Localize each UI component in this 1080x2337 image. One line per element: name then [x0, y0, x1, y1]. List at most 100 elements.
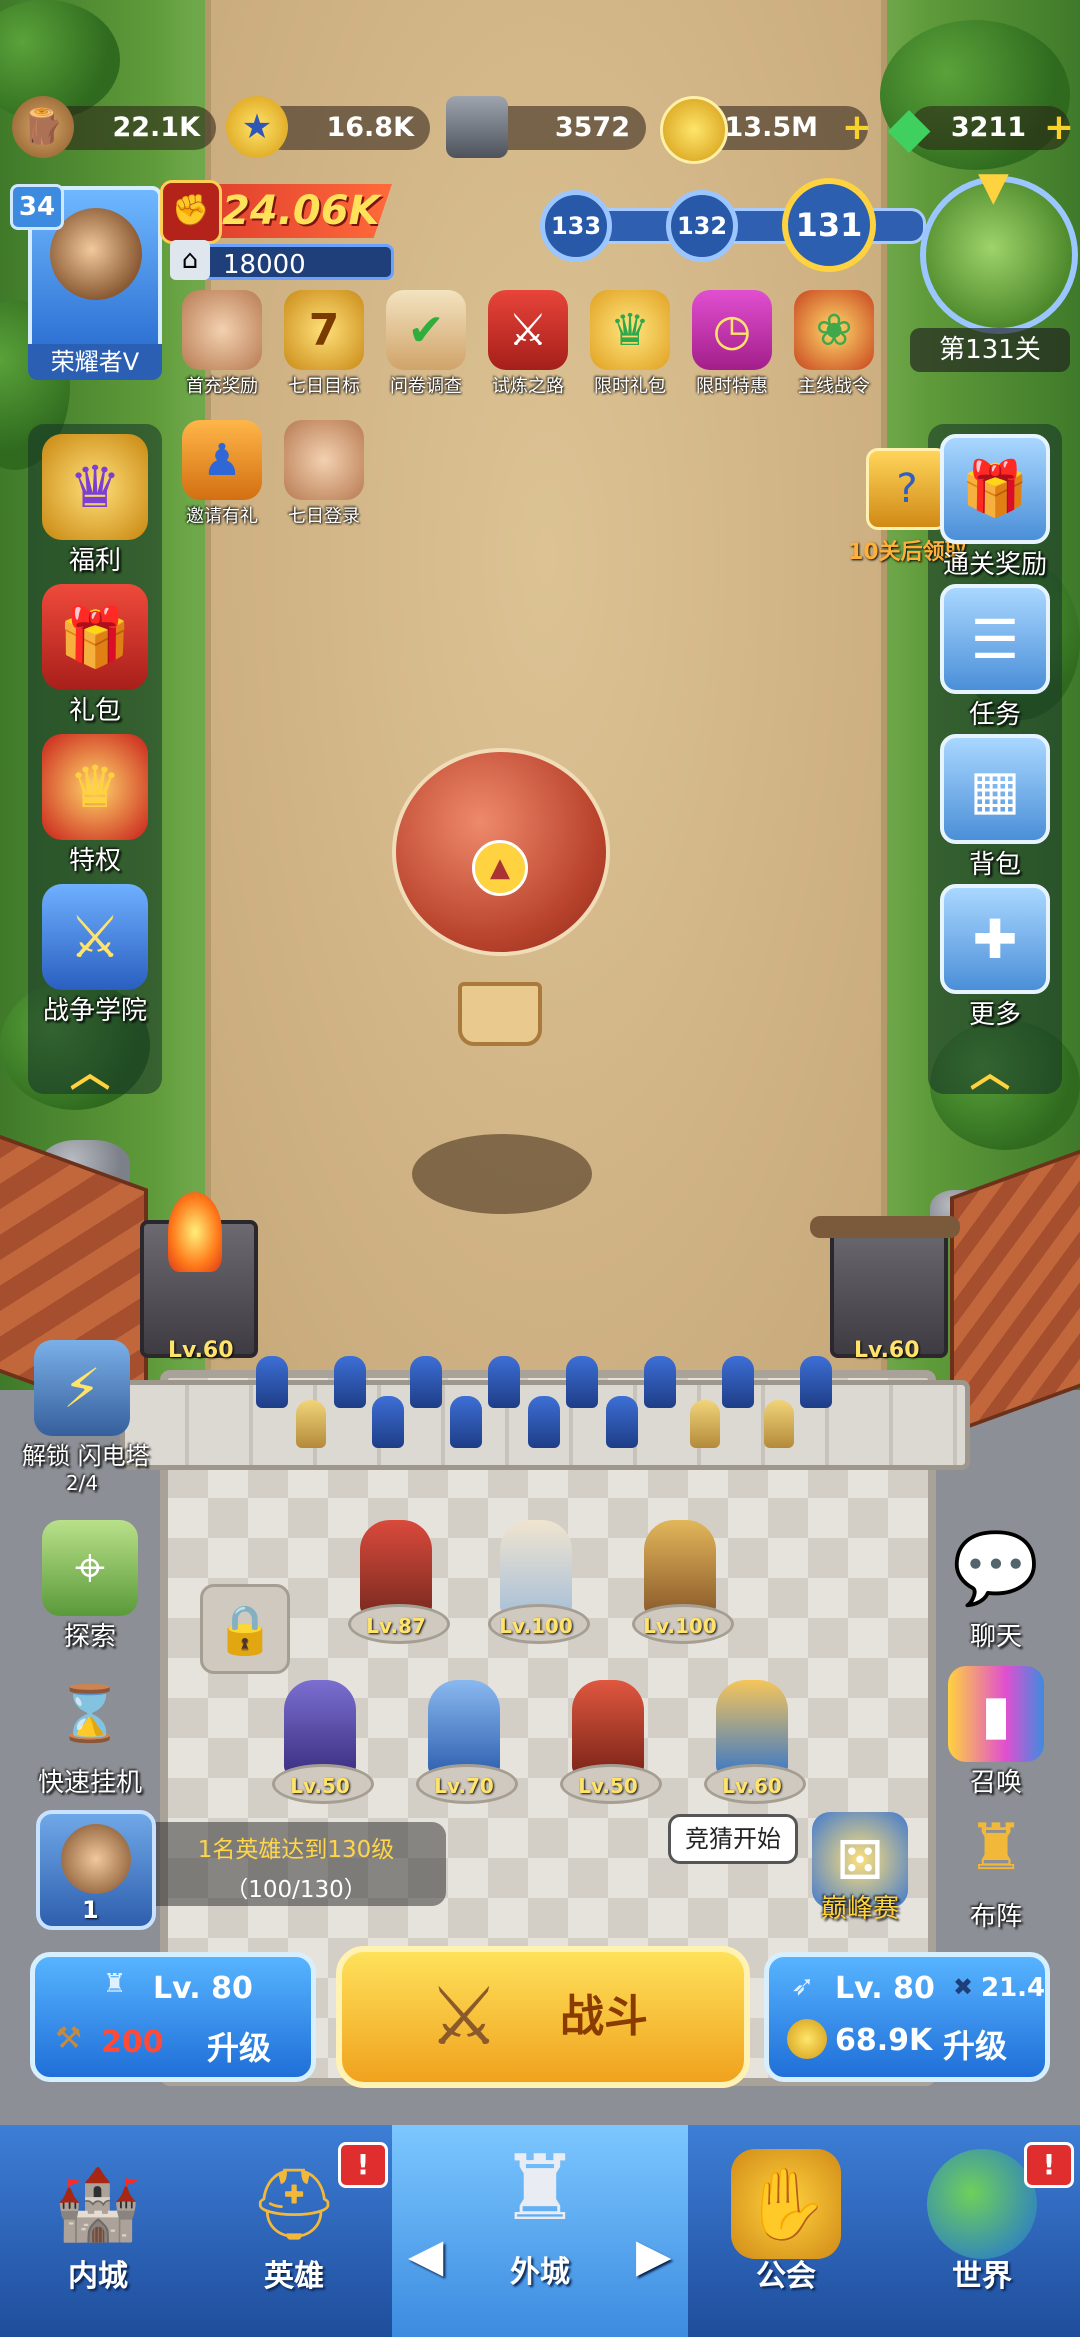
stage-label[interactable]: 第131关 — [910, 328, 1070, 372]
heroes-alert-badge: ! — [338, 2142, 388, 2188]
map-scroll-icon: ⌖ — [42, 1520, 138, 1616]
outer-castle-icon: ♜ — [499, 2135, 581, 2241]
add-gem-button[interactable]: + — [1044, 110, 1074, 146]
event-first-recharge[interactable]: 首充奖励 — [172, 290, 272, 398]
hero-slot[interactable]: Lv.70 — [416, 1680, 518, 1804]
handshake-icon: ✋ — [731, 2149, 841, 2259]
soldier — [566, 1356, 598, 1408]
crossed-swords-icon: ⚔ — [428, 1970, 500, 2063]
explore-button[interactable]: ⌖ 探索 — [30, 1520, 150, 1653]
chess-rook-icon: ♜ — [967, 1811, 1025, 1885]
hero-figure — [428, 1680, 500, 1776]
hero-quest[interactable]: 1名英雄达到130级 （100/130） 1 — [36, 1810, 446, 1930]
balloon-shadow — [412, 1134, 592, 1214]
attack-icon: ✖ — [953, 1973, 974, 2001]
privilege-button[interactable]: ♛ 特权 — [30, 734, 160, 877]
nav-guild[interactable]: ✋ 公会 — [688, 2125, 884, 2337]
fist-icon: ✊ — [160, 180, 222, 244]
survey-icon: ✔ — [386, 290, 466, 370]
locked-slot-lock-icon[interactable]: 🔒 — [200, 1584, 290, 1674]
event-trial-road[interactable]: ⚔ 试炼之路 — [478, 290, 578, 398]
guess-start-bubble[interactable]: 竞猜开始 — [668, 1814, 798, 1864]
war-academy-button[interactable]: ⚔ 战争学院 — [30, 884, 160, 1027]
fight-button[interactable]: ⚔ 战斗 — [336, 1946, 750, 2088]
gold-coin-icon — [787, 2019, 827, 2059]
event-invite[interactable]: ♟ 邀请有礼 — [172, 420, 272, 528]
soldier — [800, 1356, 832, 1408]
castle-upgrade-cost: 200 — [101, 2025, 164, 2060]
gift-pack-button[interactable]: 🎁 礼包 — [30, 584, 160, 727]
crown-gift-icon: ♛ — [590, 290, 670, 370]
hero-figure — [644, 1520, 716, 1616]
iron-ingot-icon — [446, 96, 508, 158]
chat-button[interactable]: 💬 聊天 — [936, 1520, 1056, 1653]
castle-level: Lv. 80 — [153, 1971, 253, 2006]
event-limited-offer[interactable]: ◷ 限时特惠 — [682, 290, 782, 398]
clock-gift-icon: ◷ — [692, 290, 772, 370]
soldier — [334, 1356, 366, 1408]
crossed-swords-shield-icon: ⚔ — [42, 884, 148, 990]
camera-icon: ⌂ — [170, 240, 210, 280]
formation-button[interactable]: ♜ 布阵 — [936, 1800, 1056, 1933]
archer-upgrade-card[interactable]: ➶ Lv. 80 ✖ 21.4 68.9K 升级 — [764, 1952, 1050, 2082]
girl-avatar-icon — [182, 290, 262, 370]
event-limited-pack[interactable]: ♛ 限时礼包 — [580, 290, 680, 398]
stage-node: 133 — [540, 190, 612, 262]
quick-idle-button[interactable]: ⌛ 快速挂机 — [30, 1666, 150, 1799]
collapse-left-chevron-icon[interactable]: ︿ — [70, 1040, 110, 1098]
archer-attack-stat: 21.4 — [981, 1973, 1046, 2003]
hero-slot[interactable]: Lv.100 — [488, 1520, 590, 1644]
gift-ribbon-icon: 🎁 — [940, 434, 1050, 544]
soldier — [488, 1356, 520, 1408]
peak-match-button[interactable]: ⚄ 巅峰赛 — [800, 1812, 920, 1925]
backpack-button[interactable]: ▦ 背包 — [930, 734, 1060, 881]
quest-count: 1 — [82, 1896, 99, 1924]
summon-cards-icon: ▮ — [948, 1666, 1044, 1762]
hero-figure — [572, 1680, 644, 1776]
hero-slot[interactable]: Lv.50 — [560, 1680, 662, 1804]
nav-inner-city[interactable]: 🏰 内城 — [0, 2125, 196, 2337]
hero-slot[interactable]: Lv.100 — [632, 1520, 734, 1644]
quest-progress: （100/130） — [225, 1877, 367, 1903]
add-gold-button[interactable]: + — [842, 110, 872, 146]
nav-next-arrow[interactable]: ▶ — [636, 2228, 671, 2282]
crossbow-tower-level: Lv.60 — [854, 1338, 920, 1363]
crown-shield-icon: ♛ — [42, 434, 148, 540]
wood-log-icon: 🪵 — [12, 96, 74, 158]
hero-slot[interactable]: Lv.50 — [272, 1680, 374, 1804]
event-main-pass[interactable]: ❀ 主线战令 — [784, 290, 884, 398]
hero-slot[interactable]: Lv.60 — [704, 1680, 806, 1804]
event-survey[interactable]: ✔ 问卷调查 — [376, 290, 476, 398]
soldier — [256, 1356, 288, 1408]
fire-tower-level: Lv.60 — [168, 1338, 234, 1363]
rook-icon: ♜ — [103, 1969, 127, 1999]
castle-upgrade-card[interactable]: ♜ Lv. 80 ⚒ 200 升级 — [30, 1952, 316, 2082]
soldier — [606, 1396, 638, 1448]
soldier — [722, 1356, 754, 1408]
star-coin-icon: ★ — [226, 96, 288, 158]
lightning-tower-unlock[interactable]: ⚡ 解锁 闪电塔 2/4 — [22, 1340, 150, 1495]
summon-button[interactable]: ▮ 召唤 — [936, 1666, 1056, 1799]
task-button[interactable]: ☰ 任务 — [930, 584, 1060, 731]
soldier — [644, 1356, 676, 1408]
welfare-button[interactable]: ♛ 福利 — [30, 434, 160, 577]
player-level: 34 — [10, 184, 64, 230]
gold-coin-icon — [660, 96, 728, 164]
crossbow-icon — [810, 1216, 960, 1238]
hero-slot[interactable]: Lv.87 — [348, 1520, 450, 1644]
hero-figure — [500, 1520, 572, 1616]
event-seven-day-login[interactable]: 七日登录 — [274, 420, 374, 528]
more-button[interactable]: ✚ 更多 — [930, 884, 1060, 1031]
archer — [690, 1400, 720, 1448]
collapse-right-chevron-icon[interactable]: ︿ — [970, 1040, 1010, 1098]
clear-reward-button[interactable]: 🎁 通关奖励 — [930, 434, 1060, 581]
hero-figure — [284, 1680, 356, 1776]
chat-bubble-icon: 💬 — [952, 1526, 1040, 1609]
nav-prev-arrow[interactable]: ◀ — [408, 2228, 443, 2282]
crossed-swords-icon: ⚔ — [488, 290, 568, 370]
current-stage-node: 131 — [782, 178, 876, 272]
event-seven-day-goal[interactable]: 7 七日目标 — [274, 290, 374, 398]
vip-rank: 荣耀者V — [28, 344, 162, 380]
red-crown-icon: ♛ — [42, 734, 148, 840]
hammer-icon: ⚒ — [55, 2021, 82, 2056]
